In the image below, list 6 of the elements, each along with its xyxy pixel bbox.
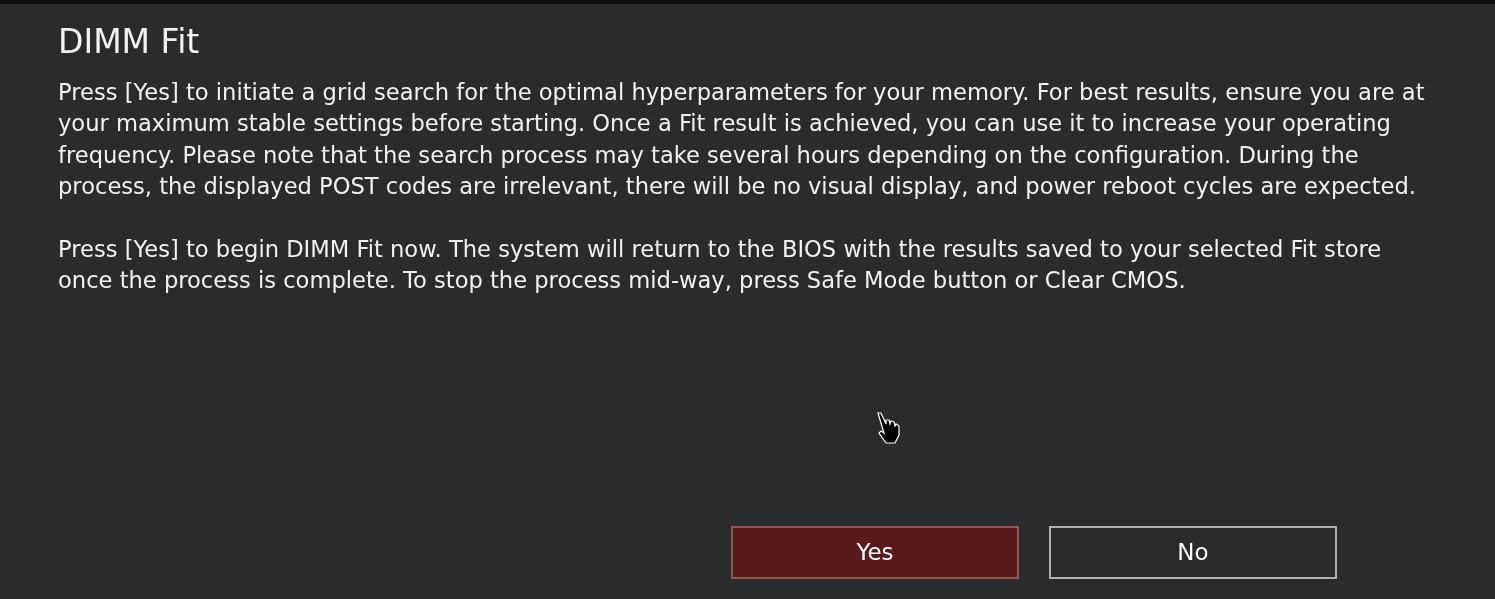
message-text: Press [Yes] to initiate a grid search for the optimal hyperparameters for your memory. For best results, ensure you are at your maximum stable settings before starting. Once a Fit result is achieved, you can use it to increase your operating frequency. Please note that the search process may take several hours depending on the configuration. During the process, the displayed POST codes are irrelevant, there will be no visual display, and power reboot cycles are expected.	[58, 78, 1426, 202]
cursor-icon	[874, 411, 902, 445]
dialog-title: DIMM Fit	[58, 21, 201, 63]
message-text: Press [Yes] to begin DIMM Fit now. The system will return to the BIOS with the results saved to your selected Fit store once the process is complete. To stop the process mid-way, press Safe Mode button or Clear CMOS.	[58, 234, 1383, 296]
dialog-button[interactable]: Yes	[731, 526, 1019, 579]
dialog-button[interactable]: No	[1049, 526, 1337, 579]
